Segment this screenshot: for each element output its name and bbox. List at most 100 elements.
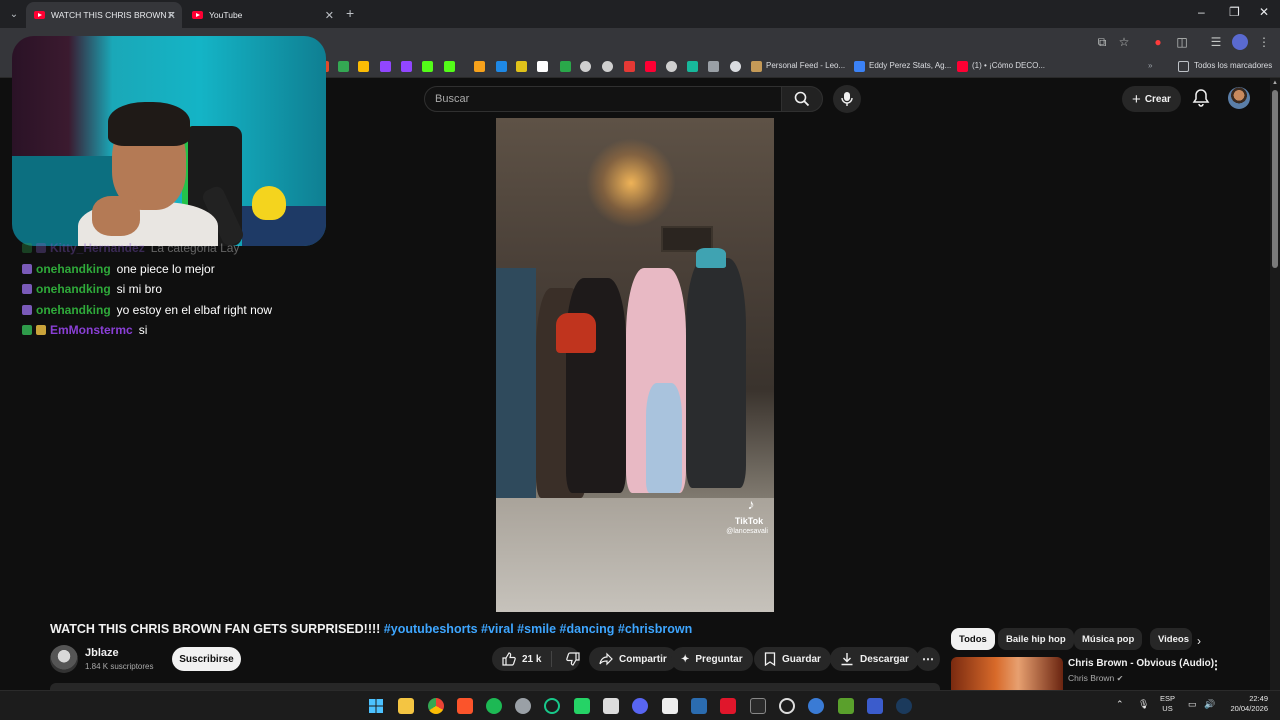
subscribe-button[interactable]: Suscribirse (172, 647, 241, 671)
brave-icon[interactable] (457, 698, 473, 714)
input-language[interactable]: ESP US (1160, 694, 1175, 714)
spotify-icon[interactable] (486, 698, 502, 714)
network-icon[interactable]: ▭ (1188, 699, 1197, 710)
bookmarks-overflow-icon[interactable]: » (1148, 61, 1152, 70)
bookmark-icon[interactable] (666, 61, 677, 72)
windows-start-icon[interactable] (368, 698, 384, 714)
video-player[interactable]: ♪ TikTok @lancesavali (496, 118, 774, 612)
maximize-icon[interactable]: ❐ (1229, 5, 1240, 19)
tab-youtube[interactable]: YouTube ✕ (184, 2, 340, 28)
settings-gear-icon[interactable] (515, 698, 531, 714)
bookmark-icon[interactable] (474, 61, 485, 72)
save-button[interactable]: Guardar (754, 647, 831, 671)
create-button[interactable]: + Crear (1122, 86, 1181, 112)
all-bookmarks-folder[interactable]: Todos los marcadores (1194, 61, 1272, 70)
capcut-icon[interactable] (662, 698, 678, 714)
dislike-button[interactable] (558, 652, 588, 666)
bookmark-icon[interactable] (496, 61, 507, 72)
tab-close-icon[interactable]: ✕ (167, 9, 176, 22)
search-button[interactable] (781, 86, 823, 112)
whatsapp-icon[interactable] (574, 698, 590, 714)
chevron-right-icon[interactable]: › (1197, 634, 1201, 648)
page-scrollbar[interactable]: ▲ (1270, 78, 1280, 690)
related-video-title[interactable]: Chris Brown - Obvious (Audio) (1068, 658, 1214, 669)
microphone-tray-icon[interactable]: 🎙 (1138, 699, 1149, 710)
minimize-icon[interactable]: – (1198, 5, 1205, 19)
amazon-icon[interactable] (537, 61, 548, 72)
tray-overflow-icon[interactable]: ⌃ (1116, 699, 1124, 710)
extensions-puzzle-icon[interactable]: ◫ (1174, 34, 1190, 50)
bookmark-icon[interactable] (751, 61, 762, 72)
bookmark-como-deco[interactable]: (1) • ¡Cómo DECO... (972, 61, 1045, 70)
system-clock[interactable]: 22:49 20/04/2026 (1222, 694, 1268, 714)
bookmark-star-icon[interactable]: ☆ (1116, 34, 1132, 50)
bookmark-personal-feed[interactable]: Personal Feed - Leo... (766, 61, 845, 70)
chip-todos[interactable]: Todos (951, 628, 995, 650)
share-button[interactable]: Compartir (589, 647, 677, 671)
obs-icon[interactable] (779, 698, 795, 714)
download-button[interactable]: Descargar (830, 647, 919, 671)
bookmark-eddy-perez[interactable]: Eddy Perez Stats, Ag... (869, 61, 951, 70)
drive-icon[interactable] (358, 61, 369, 72)
search-input[interactable]: Buscar (424, 86, 782, 112)
tab-search-chevron-icon[interactable]: ⌄ (4, 4, 24, 24)
profile-avatar[interactable] (1232, 34, 1248, 50)
video-hashtags[interactable]: #youtubeshorts #viral #smile #dancing #c… (384, 622, 692, 636)
drive-icon[interactable] (338, 61, 349, 72)
bookmark-icon[interactable] (580, 61, 591, 72)
steam-icon[interactable] (896, 698, 912, 714)
kick-icon[interactable] (422, 61, 433, 72)
browser-menu-icon[interactable]: ⋮ (1256, 34, 1272, 50)
bookmark-icon[interactable] (708, 61, 719, 72)
davinci-icon[interactable] (691, 698, 707, 714)
epic-games-icon[interactable] (750, 698, 766, 714)
twitch-icon[interactable] (401, 61, 412, 72)
app-icon[interactable] (867, 698, 883, 714)
app-icon[interactable] (720, 698, 736, 714)
like-button[interactable]: 21 k (492, 651, 553, 667)
install-app-icon[interactable]: ⧉ (1094, 34, 1110, 50)
ea-icon[interactable] (808, 698, 824, 714)
bookmark-icon[interactable] (687, 61, 698, 72)
related-video-thumbnail[interactable] (951, 657, 1063, 690)
voice-search-button[interactable] (833, 85, 861, 113)
app-icon[interactable] (544, 698, 560, 714)
chip-musica-pop[interactable]: Música pop (1074, 628, 1143, 650)
notifications-bell-icon[interactable] (1191, 88, 1211, 108)
youtube-bookmark-icon[interactable] (957, 61, 968, 72)
related-video-channel[interactable]: Chris Brown ✔ (1068, 673, 1123, 683)
volume-icon[interactable]: 🔊 (1204, 699, 1215, 710)
bookmark-icon[interactable] (602, 61, 613, 72)
bookmark-icon[interactable] (730, 61, 741, 72)
minecraft-icon[interactable] (838, 698, 854, 714)
dancer (686, 258, 746, 488)
tab-close-icon[interactable]: ✕ (325, 9, 334, 22)
related-more-icon[interactable]: ⋮ (1210, 658, 1222, 672)
file-explorer-icon[interactable] (398, 698, 414, 714)
window-close-icon[interactable]: ✕ (1259, 5, 1269, 19)
scrollbar-thumb[interactable] (1272, 90, 1278, 268)
bookmark-icon[interactable] (516, 61, 527, 72)
app-icon[interactable] (603, 698, 619, 714)
bookmark-icon[interactable] (854, 61, 865, 72)
chip-videos[interactable]: Videos (1150, 628, 1192, 650)
tab-watch-video[interactable]: WATCH THIS CHRIS BROWN FAN ✕ (26, 2, 182, 28)
account-avatar[interactable] (1228, 87, 1250, 109)
twitch-icon[interactable] (380, 61, 391, 72)
more-actions-icon[interactable]: ⋯ (916, 647, 940, 671)
chat-username: Kitty_Hernandez (50, 241, 145, 256)
channel-avatar[interactable] (50, 645, 78, 673)
extension-icon[interactable]: ● (1150, 34, 1166, 50)
sidepanel-icon[interactable]: ☰ (1208, 34, 1224, 50)
discord-icon[interactable] (632, 698, 648, 714)
channel-name[interactable]: Jblaze (85, 647, 119, 659)
youtube-bookmark-icon[interactable] (645, 61, 656, 72)
kick-icon[interactable] (444, 61, 455, 72)
bookmark-icon[interactable] (560, 61, 571, 72)
bookmark-icon[interactable] (624, 61, 635, 72)
ask-button[interactable]: ✦ Preguntar (671, 647, 753, 671)
new-tab-button[interactable]: + (346, 5, 354, 21)
scroll-up-arrow-icon[interactable]: ▲ (1272, 80, 1278, 86)
chip-baile-hip-hop[interactable]: Baile hip hop (998, 628, 1074, 650)
chrome-icon[interactable] (428, 698, 444, 714)
